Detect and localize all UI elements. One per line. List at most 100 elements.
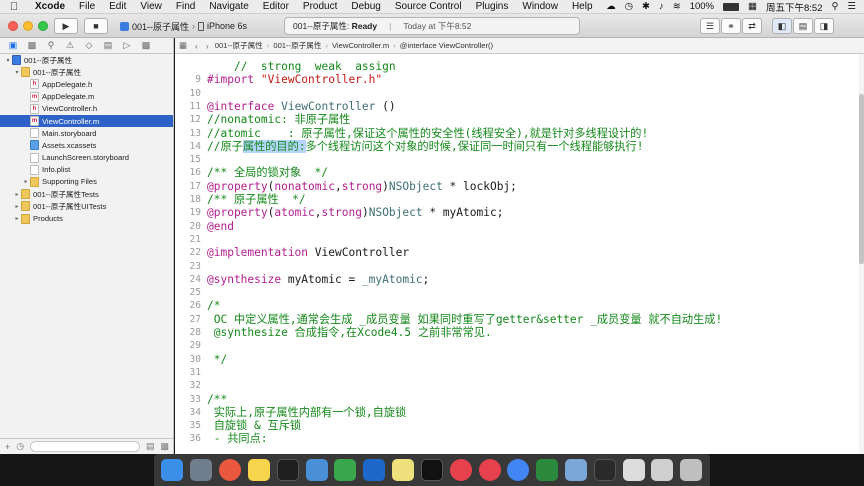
menu-help[interactable]: Help	[565, 1, 600, 12]
menu-find[interactable]: Find	[169, 1, 202, 12]
menu-app-xcode[interactable]: Xcode	[28, 1, 72, 12]
toggle-debug-area-button[interactable]: ▤	[793, 18, 813, 34]
disclosure-triangle-icon[interactable]: ▾	[4, 57, 12, 64]
menu-file[interactable]: File	[72, 1, 102, 12]
teamviewer-icon[interactable]	[363, 459, 386, 481]
menu-window[interactable]: Window	[515, 1, 565, 12]
input-method-icon[interactable]: ▦	[748, 1, 757, 12]
scm-filter-icon[interactable]: ▩	[160, 441, 169, 452]
navigator-item[interactable]: ▾ 001--原子属性	[0, 66, 173, 78]
spotlight-icon[interactable]: ⚲	[832, 1, 839, 12]
close-window-button[interactable]	[8, 21, 18, 31]
menu-plugins[interactable]: Plugins	[469, 1, 516, 12]
volume-icon[interactable]: ♪	[659, 1, 664, 12]
menu-editor[interactable]: Editor	[256, 1, 296, 12]
stop-button[interactable]: ■	[84, 18, 108, 34]
warning-icon[interactable]: ⚠	[65, 40, 75, 51]
navigator-item[interactable]: Assets.xcassets	[0, 139, 173, 151]
keyboard-icon[interactable]	[622, 459, 645, 481]
source-editor[interactable]: 9 10 11 12 13 14 15 16 17 18 19 20 21 22 23 24 25 26 27 28 2…	[175, 54, 859, 454]
filter-options-icon[interactable]: ▤	[146, 441, 155, 452]
line-number-gutter[interactable]: 9 10 11 12 13 14 15 16 17 18 19 20 21 22 23 24 25 26 27 28 2…	[175, 54, 204, 454]
navigator-item[interactable]: m AppDelegate.m	[0, 91, 173, 103]
menubar-clock[interactable]: 周五下午8:52	[766, 0, 823, 14]
stickies-icon[interactable]	[392, 459, 415, 481]
toggle-utilities-button[interactable]: ◨	[814, 18, 834, 34]
clock-icon[interactable]: ◷	[625, 1, 633, 12]
run-button[interactable]: ▶	[54, 18, 78, 34]
disclosure-triangle-icon[interactable]: ▸	[13, 191, 21, 198]
menu-view[interactable]: View	[133, 1, 169, 12]
navigator-item[interactable]: ▸ Supporting Files	[0, 176, 173, 188]
apple-icon[interactable]: 	[0, 1, 28, 13]
trash-icon[interactable]	[680, 459, 703, 481]
folder-icon[interactable]: ▣	[8, 40, 18, 51]
zoom-window-button[interactable]	[38, 21, 48, 31]
photos-icon[interactable]	[219, 459, 242, 481]
navigator-item[interactable]: Main.storyboard	[0, 127, 173, 139]
standard-editor-button[interactable]: ☰	[700, 18, 720, 34]
navigator-item[interactable]: LaunchScreen.storyboard	[0, 152, 173, 164]
add-icon[interactable]: +	[5, 442, 10, 452]
debug-icon[interactable]: ▤	[103, 40, 113, 51]
webstorm-icon[interactable]	[420, 459, 443, 481]
assistant-editor-button[interactable]: ⚭	[721, 18, 741, 34]
menu-source-control[interactable]: Source Control	[388, 1, 469, 12]
terminal-icon[interactable]	[593, 459, 616, 481]
recorder2-icon[interactable]	[478, 459, 501, 481]
disclosure-triangle-icon[interactable]: ▸	[22, 178, 30, 185]
minimize-window-button[interactable]	[23, 21, 33, 31]
menu-edit[interactable]: Edit	[102, 1, 133, 12]
preview-icon[interactable]	[565, 459, 587, 481]
navigator-item[interactable]: ▸ Products	[0, 212, 173, 224]
activity-icon[interactable]	[536, 459, 559, 481]
menu-navigate[interactable]: Navigate	[202, 1, 255, 12]
cloud-icon[interactable]: ☁	[606, 1, 616, 12]
recent-icon[interactable]: ◷	[16, 441, 24, 452]
files-icon[interactable]	[651, 459, 674, 481]
jump-crumb-symbol[interactable]: @interface ViewController()	[398, 41, 495, 50]
disclosure-triangle-icon[interactable]: ▾	[13, 69, 21, 76]
navigator-item[interactable]: Info.plist	[0, 164, 173, 176]
navigator-filter-field[interactable]	[30, 441, 140, 452]
finder-icon[interactable]	[161, 459, 184, 481]
menu-debug[interactable]: Debug	[344, 1, 387, 12]
menu-product[interactable]: Product	[296, 1, 344, 12]
navigator-item[interactable]: h AppDelegate.h	[0, 78, 173, 90]
test-icon[interactable]: ◇	[84, 40, 94, 51]
navigator-item[interactable]: h ViewController.h	[0, 103, 173, 115]
navigator-item[interactable]: ▸ 001--原子属性UITests	[0, 200, 173, 212]
jump-crumb-file[interactable]: ViewController.m	[330, 41, 391, 50]
jump-crumb-project[interactable]: 001--原子属性	[213, 40, 265, 51]
launchpad-icon[interactable]	[190, 459, 213, 481]
navigator-item[interactable]: ▾ 001--原子属性	[0, 54, 173, 66]
mail-icon[interactable]	[305, 459, 328, 481]
evernote-icon[interactable]	[334, 459, 357, 481]
notification-center-icon[interactable]: ☰	[847, 1, 856, 12]
disclosure-triangle-icon[interactable]: ▸	[13, 215, 21, 222]
jump-crumb-group[interactable]: 001--原子属性	[271, 40, 323, 51]
battery-percent[interactable]: 100%	[690, 1, 714, 12]
bluetooth-icon[interactable]: ✱	[642, 1, 650, 12]
symbol-icon[interactable]: ▩	[27, 40, 37, 51]
version-editor-button[interactable]: ⇄	[742, 18, 762, 34]
related-items-icon[interactable]: ▦	[175, 40, 191, 51]
battery-icon[interactable]	[723, 2, 740, 11]
breakpoint-icon[interactable]: ▷	[122, 40, 132, 51]
back-icon[interactable]: ‹	[191, 41, 202, 51]
qq-icon[interactable]	[276, 459, 299, 481]
scrollbar-thumb[interactable]	[859, 94, 864, 264]
navigator-item[interactable]: m ViewController.m	[0, 114, 173, 128]
search-icon[interactable]: ⚲	[46, 40, 56, 51]
navigator-item[interactable]: ▸ 001--原子属性Tests	[0, 188, 173, 200]
chrome-icon[interactable]	[507, 459, 530, 481]
forward-icon[interactable]: ›	[202, 41, 213, 51]
toggle-navigator-button[interactable]: ◧	[772, 18, 792, 34]
recorder-icon[interactable]	[449, 459, 472, 481]
notes-icon[interactable]	[247, 459, 270, 481]
scheme-selector[interactable]: 001--原子属性 › iPhone 6s	[120, 18, 247, 34]
report-icon[interactable]: ▩	[141, 40, 151, 51]
wifi-icon[interactable]: ≋	[673, 1, 681, 12]
editor-vertical-scrollbar[interactable]	[859, 54, 864, 454]
disclosure-triangle-icon[interactable]: ▸	[13, 203, 21, 210]
